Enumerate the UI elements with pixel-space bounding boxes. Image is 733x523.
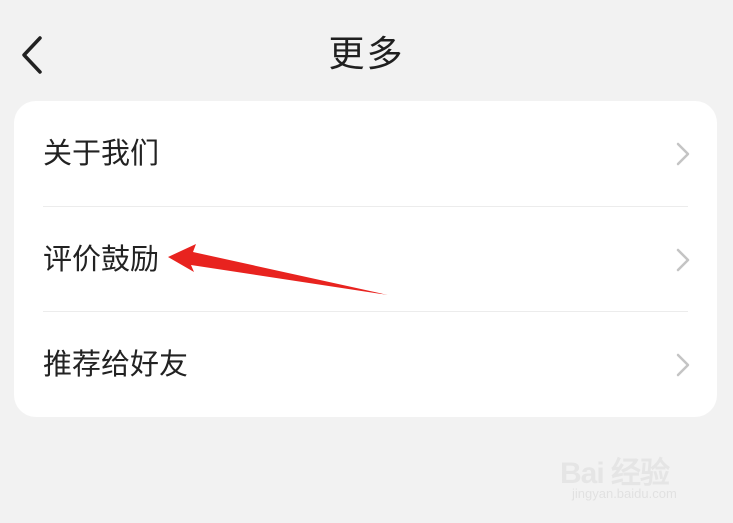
- menu-item-label: 评价鼓励: [43, 242, 160, 276]
- chevron-right-icon: [676, 353, 690, 377]
- chevron-right-icon: [676, 142, 690, 166]
- menu-item-label: 推荐给好友: [43, 347, 189, 381]
- menu-item-about-us[interactable]: 关于我们: [14, 101, 717, 206]
- menu-item-rate-encourage[interactable]: 评价鼓励: [14, 207, 717, 312]
- menu-card: 关于我们 评价鼓励 推荐给好友: [14, 101, 717, 417]
- chevron-right-icon: [676, 248, 690, 272]
- header-bar: 更多: [0, 0, 733, 105]
- page-title: 更多: [328, 34, 405, 75]
- menu-item-label: 关于我们: [43, 136, 160, 170]
- watermark-url: jingyan.baidu.com: [572, 486, 677, 501]
- menu-item-recommend-friends[interactable]: 推荐给好友: [14, 312, 717, 417]
- baidu-jingyan-watermark: Bai 经验 jingyan.baidu.com: [560, 440, 710, 510]
